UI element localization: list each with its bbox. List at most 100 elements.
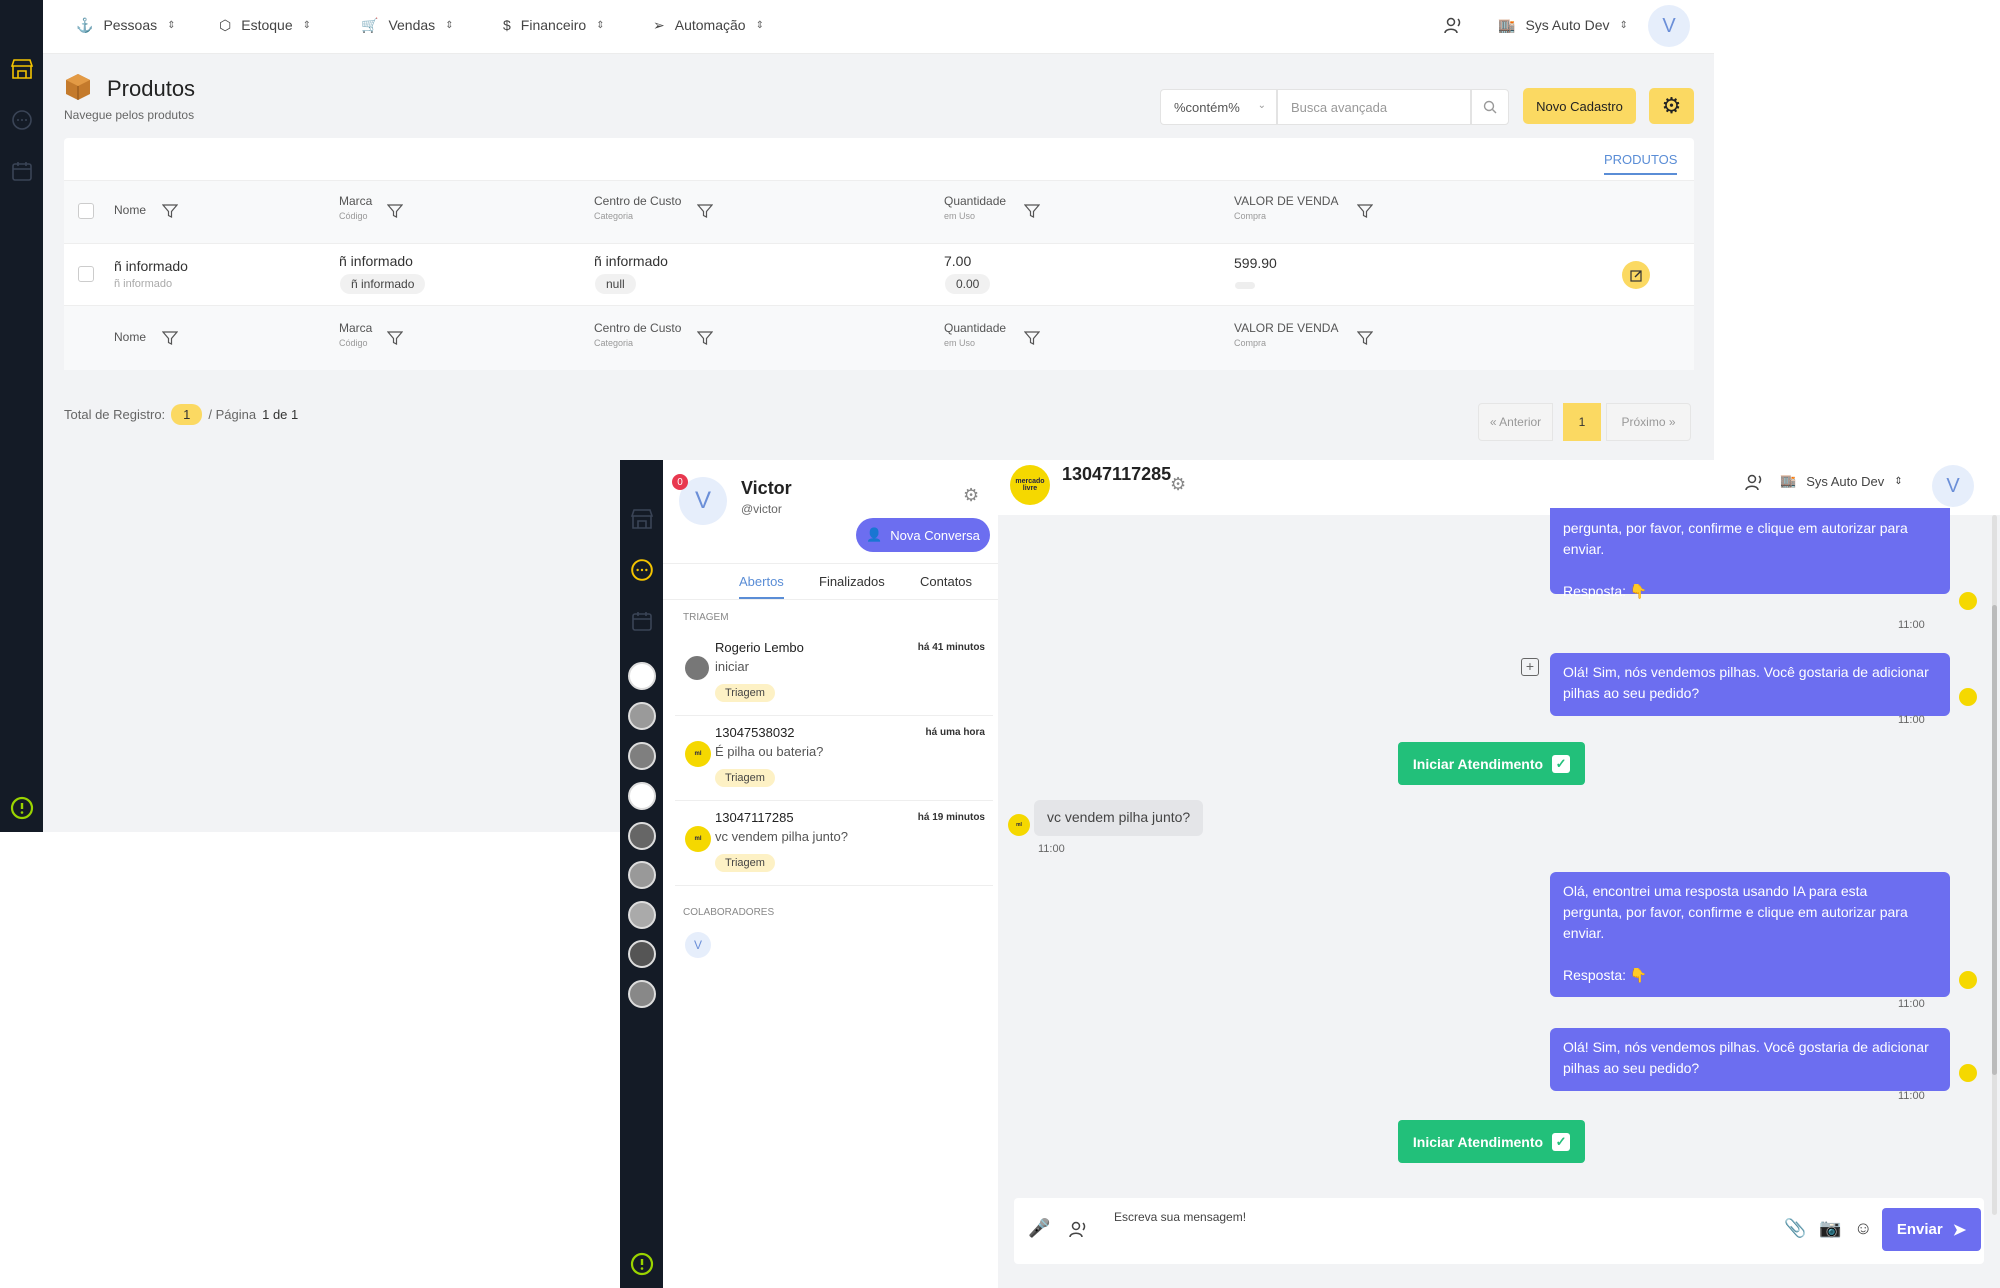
tab-abertos[interactable]: Abertos xyxy=(739,574,784,599)
calendar-icon[interactable] xyxy=(628,607,656,635)
conversation-name: 13047117285 xyxy=(715,810,794,825)
product-quantity: 7.00 xyxy=(944,253,972,269)
filter-icon[interactable] xyxy=(1024,203,1040,219)
store-icon[interactable] xyxy=(628,505,656,533)
avatar[interactable] xyxy=(628,861,656,889)
filter-icon[interactable] xyxy=(1357,330,1373,346)
company-selector[interactable]: 🏬 Sys Auto Dev ⇕ xyxy=(1780,473,1903,489)
filter-icon[interactable] xyxy=(697,203,713,219)
new-record-button[interactable]: Novo Cadastro xyxy=(1523,88,1636,124)
filter-icon[interactable] xyxy=(387,203,403,219)
tab-produtos[interactable]: PRODUTOS xyxy=(1604,152,1678,175)
add-icon[interactable]: + xyxy=(1521,658,1539,676)
column-header: Centro de Custo Categoria xyxy=(594,321,682,348)
cart-icon: 🛒 xyxy=(361,16,379,33)
start-service-button[interactable]: Iniciar Atendimento ✓ xyxy=(1398,742,1585,785)
alarm-icon[interactable] xyxy=(628,1249,656,1277)
avatar[interactable]: V xyxy=(1648,5,1690,47)
search-input[interactable]: Busca avançada xyxy=(1277,89,1471,125)
edit-button[interactable] xyxy=(1622,261,1650,289)
pagination-prev[interactable]: « Anterior xyxy=(1478,403,1553,441)
start-service-button[interactable]: Iniciar Atendimento ✓ xyxy=(1398,1120,1585,1163)
voice-icon[interactable] xyxy=(1443,0,1463,50)
voice-icon[interactable] xyxy=(1744,472,1764,497)
microphone-icon[interactable]: 🎤 xyxy=(1028,1218,1050,1239)
conversation-item[interactable]: ml 13047117285 vc vendem pilha junto? há… xyxy=(675,802,993,886)
avatar[interactable] xyxy=(628,901,656,929)
filter-icon[interactable] xyxy=(1357,203,1373,219)
avatar[interactable] xyxy=(628,782,656,810)
bot-icon xyxy=(1959,688,1977,706)
product-code: ñ informado xyxy=(340,274,426,294)
avatar[interactable] xyxy=(628,822,656,850)
nav-vendas[interactable]: 🛒 Vendas ⇕ xyxy=(361,0,454,50)
collaborator-avatar[interactable]: V xyxy=(685,932,711,958)
nav-label: Pessoas xyxy=(103,17,158,33)
page-label: / Página xyxy=(208,407,257,422)
company-selector[interactable]: 🏬 Sys Auto Dev ⇕ xyxy=(1498,0,1628,50)
pagination-next[interactable]: Próximo » xyxy=(1606,403,1691,441)
avatar[interactable] xyxy=(628,940,656,968)
avatar[interactable] xyxy=(628,702,656,730)
product-in-use: 0.00 xyxy=(945,274,991,294)
filter-icon[interactable] xyxy=(1024,330,1040,346)
tab-contatos[interactable]: Contatos xyxy=(920,574,972,589)
nav-pessoas[interactable]: ⚓ Pessoas ⇕ xyxy=(76,0,176,50)
avatar[interactable] xyxy=(628,980,656,1008)
conversation-item[interactable]: ml 13047538032 É pilha ou bateria? há um… xyxy=(675,717,993,801)
column-header[interactable]: Nome xyxy=(114,203,146,217)
store-icon[interactable] xyxy=(8,55,36,83)
chat-icon[interactable] xyxy=(8,106,36,134)
settings-button[interactable]: ⚙ xyxy=(1649,88,1694,124)
filter-icon[interactable] xyxy=(162,203,178,219)
calendar-icon[interactable] xyxy=(8,157,36,185)
column-header[interactable]: Centro de Custo Categoria xyxy=(594,194,681,221)
chat-icon[interactable] xyxy=(628,556,656,584)
nav-financeiro[interactable]: $ Financeiro ⇕ xyxy=(503,0,605,50)
paperclip-icon[interactable]: 📎 xyxy=(1784,1218,1806,1239)
scrollbar-thumb[interactable] xyxy=(1992,605,1997,1075)
avatar[interactable] xyxy=(628,742,656,770)
nav-label: Automação xyxy=(674,17,746,33)
filter-icon[interactable] xyxy=(697,330,713,346)
send-button[interactable]: Enviar ➤ xyxy=(1882,1208,1981,1251)
select-all-checkbox[interactable] xyxy=(78,203,94,219)
chat-message-incoming: vc vendem pilha junto? xyxy=(1034,800,1204,836)
conversation-item[interactable]: Rogerio Lembo iniciar há 41 minutos Tria… xyxy=(675,632,993,716)
voice-icon[interactable] xyxy=(1068,1219,1088,1244)
column-header[interactable]: VALOR DE VENDA Compra xyxy=(1234,194,1338,221)
camera-icon[interactable]: 📷 xyxy=(1819,1218,1841,1239)
nav-automacao[interactable]: ➢ Automação ⇕ xyxy=(653,0,764,50)
search-button[interactable] xyxy=(1471,89,1509,125)
pagination-current[interactable]: 1 xyxy=(1563,403,1601,441)
filter-icon[interactable] xyxy=(387,330,403,346)
dollar-icon: $ xyxy=(503,17,511,33)
new-chat-button[interactable]: 👤 Nova Conversa xyxy=(856,518,990,552)
gear-icon[interactable]: ⚙ xyxy=(963,485,979,506)
store-icon: 🏬 xyxy=(1498,16,1516,33)
message-time: 11:00 xyxy=(1898,619,1925,631)
section-colaboradores: COLABORADORES xyxy=(683,907,775,918)
row-checkbox[interactable] xyxy=(78,266,94,282)
total-records: Total de Registro: 1 / Página 1 de 1 xyxy=(64,404,298,425)
emoji-icon[interactable]: ☺ xyxy=(1854,1218,1872,1239)
gear-icon: ⚙ xyxy=(1661,93,1682,118)
send-icon: ➢ xyxy=(653,16,665,33)
message-input[interactable]: Escreva sua mensagem! xyxy=(1112,1204,1752,1260)
tab-finalizados[interactable]: Finalizados xyxy=(819,574,885,589)
column-header[interactable]: Marca Código xyxy=(339,194,372,221)
filter-icon[interactable] xyxy=(162,330,178,346)
gear-icon[interactable]: ⚙ xyxy=(1170,474,1186,495)
nav-estoque[interactable]: ⬡ Estoque ⇕ xyxy=(219,0,311,50)
store-icon: 🏬 xyxy=(1780,473,1797,488)
total-label: Total de Registro: xyxy=(64,407,166,422)
chat-header: mercado livre 13047117285 ⚙ 🏬 Sys Auto D… xyxy=(998,460,2000,515)
search-operator-select[interactable]: %contém% ⌄ xyxy=(1160,89,1277,125)
avatar[interactable]: V xyxy=(1932,465,1974,507)
conversation-name: 13047538032 xyxy=(715,725,795,740)
alarm-icon[interactable] xyxy=(8,793,36,821)
scrollbar[interactable] xyxy=(1992,515,1997,1215)
avatar[interactable] xyxy=(628,662,656,690)
message-composer: 🎤 Escreva sua mensagem! 📎 📷 ☺ Enviar ➤ xyxy=(1014,1198,1984,1264)
column-header[interactable]: Quantidade em Uso xyxy=(944,194,1006,221)
